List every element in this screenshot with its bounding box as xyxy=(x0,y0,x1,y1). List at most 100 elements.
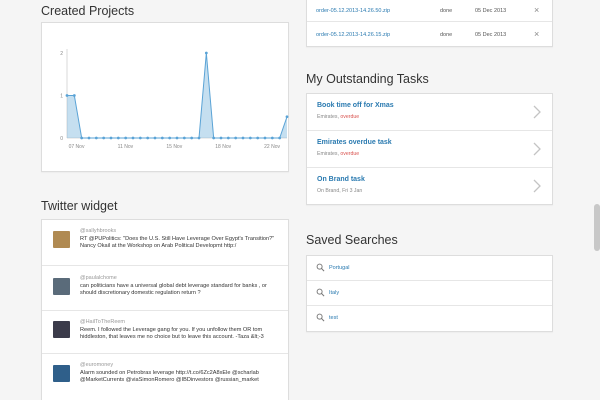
chart-point xyxy=(72,94,76,97)
task-project: Emirates, xyxy=(317,151,341,157)
task-project: Emirates, xyxy=(317,114,341,120)
task-title[interactable]: Emirates overdue task xyxy=(317,139,392,146)
tweet-item[interactable]: @sallyhbrooks RT @PUPolitics: "Does the … xyxy=(42,220,288,266)
tweet-handle[interactable]: @paulalchome xyxy=(80,275,117,281)
chart-point xyxy=(270,136,274,140)
chart-series-line xyxy=(67,52,288,139)
outstanding-tasks-title: My Outstanding Tasks xyxy=(306,72,429,86)
avatar[interactable] xyxy=(53,278,70,295)
chart-point xyxy=(146,136,150,140)
chart-point xyxy=(102,136,106,140)
saved-searches-title: Saved Searches xyxy=(306,233,398,247)
search-icon xyxy=(316,313,325,322)
chart-point xyxy=(241,136,245,140)
download-status: done xyxy=(440,8,453,14)
chart-point xyxy=(94,136,98,140)
tweet-text: can politicians have a universal global … xyxy=(80,283,267,297)
chart-y-tick-label: 0 xyxy=(60,136,63,142)
task-project: On Brand, Fri 3 Jan xyxy=(317,188,363,194)
download-link[interactable]: order-05.12.2013-14.26.50.zip xyxy=(316,8,390,14)
chart-point xyxy=(285,115,289,119)
chart-point xyxy=(256,136,260,140)
chart-x-tick-label: 15 Nov xyxy=(166,144,182,150)
chart-point xyxy=(226,136,230,140)
tweet-item[interactable]: @euromoney Alarm sounded on Petrobras le… xyxy=(42,354,288,400)
tweet-handle[interactable]: @euromoney xyxy=(80,362,113,368)
tweet-text: RT @PUPolitics: "Does the U.S. Still Hav… xyxy=(80,236,275,250)
chart-point xyxy=(131,136,135,140)
task-subtitle: Emirates, overdue xyxy=(317,151,359,157)
tweet-item[interactable]: @paulalchome can politicians have a univ… xyxy=(42,266,288,311)
download-date: 05 Dec 2013 xyxy=(475,8,507,14)
chart-point xyxy=(87,136,91,140)
download-row: order-05.12.2013-14.26.15.zip done 05 De… xyxy=(307,22,552,46)
chart-point xyxy=(204,51,208,55)
created-projects-chart: 2 1 0 07 Nov 11 Nov 15 Nov 18 Nov 22 Nov xyxy=(60,49,289,150)
saved-searches-card: Portugal Italy test xyxy=(306,255,553,332)
chart-point xyxy=(80,136,84,140)
downloads-card: order-05.12.2013-14.26.50.zip done 05 De… xyxy=(306,0,553,47)
avatar[interactable] xyxy=(53,231,70,248)
saved-search-item[interactable]: test xyxy=(307,306,552,331)
chart-point xyxy=(65,94,69,97)
chart-point xyxy=(248,136,252,140)
task-title[interactable]: Book time off for Xmas xyxy=(317,102,394,109)
task-title[interactable]: On Brand task xyxy=(317,176,365,183)
chart-point xyxy=(153,136,157,140)
chart-point xyxy=(116,136,120,140)
search-icon xyxy=(316,263,325,272)
tweet-text: Reem. I followed the Leverage gang for y… xyxy=(80,327,264,341)
chevron-right-icon[interactable] xyxy=(531,140,543,158)
task-subtitle: On Brand, Fri 3 Jan xyxy=(317,188,362,194)
saved-search-label[interactable]: test xyxy=(329,315,338,321)
remove-icon[interactable]: × xyxy=(534,29,539,39)
chart-point xyxy=(138,136,142,140)
overdue-label: overdue xyxy=(340,114,360,120)
chart-x-tick-label: 22 Nov xyxy=(264,144,280,150)
chevron-right-icon[interactable] xyxy=(531,103,543,121)
download-link[interactable]: order-05.12.2013-14.26.15.zip xyxy=(316,32,390,38)
chart-point xyxy=(190,136,194,140)
remove-icon[interactable]: × xyxy=(534,5,539,15)
chart-area xyxy=(67,53,287,138)
saved-search-label[interactable]: Portugal xyxy=(329,265,350,271)
avatar[interactable] xyxy=(53,365,70,382)
chart-point xyxy=(182,136,186,140)
search-icon xyxy=(316,288,325,297)
chart-y-tick-label: 2 xyxy=(60,51,63,57)
chart-point xyxy=(109,136,113,140)
chart-point xyxy=(234,136,238,140)
download-row: order-05.12.2013-14.26.50.zip done 05 De… xyxy=(307,0,552,22)
task-item[interactable]: On Brand task On Brand, Fri 3 Jan xyxy=(307,168,552,205)
chart-point xyxy=(197,136,201,140)
saved-search-item[interactable]: Italy xyxy=(307,281,552,306)
saved-search-label[interactable]: Italy xyxy=(329,290,339,296)
chart-x-tick-label: 18 Nov xyxy=(215,144,231,150)
download-status: done xyxy=(440,32,453,38)
chart-point xyxy=(278,136,282,140)
chart-point xyxy=(219,136,223,140)
tweet-text: Alarm sounded on Petrobras leverage http… xyxy=(80,370,259,384)
chart-point xyxy=(175,136,179,140)
outstanding-tasks-card: Book time off for Xmas Emirates, overdue… xyxy=(306,93,553,205)
avatar[interactable] xyxy=(53,321,70,338)
page-scrollbar[interactable] xyxy=(594,204,600,251)
tweet-handle[interactable]: @sallyhbrooks xyxy=(80,228,116,234)
overdue-label: overdue xyxy=(340,151,360,157)
chart-point xyxy=(263,136,267,140)
twitter-widget-card: @sallyhbrooks RT @PUPolitics: "Does the … xyxy=(41,219,289,400)
tweet-item[interactable]: @HailToTheReem Reem. I followed the Leve… xyxy=(42,311,288,354)
saved-search-item[interactable]: Portugal xyxy=(307,256,552,281)
created-projects-title: Created Projects xyxy=(41,4,135,18)
task-subtitle: Emirates, overdue xyxy=(317,114,359,120)
chart-point xyxy=(124,136,128,140)
download-date: 05 Dec 2013 xyxy=(475,32,507,38)
task-item[interactable]: Book time off for Xmas Emirates, overdue xyxy=(307,94,552,131)
created-projects-chart-card: 2 1 0 07 Nov 11 Nov 15 Nov 18 Nov 22 Nov xyxy=(41,22,289,172)
chart-point xyxy=(168,136,172,140)
chart-y-tick-label: 1 xyxy=(60,93,63,99)
chart-x-tick-label: 07 Nov xyxy=(69,144,85,150)
task-item[interactable]: Emirates overdue task Emirates, overdue xyxy=(307,131,552,168)
tweet-handle[interactable]: @HailToTheReem xyxy=(80,319,125,325)
chevron-right-icon[interactable] xyxy=(531,177,543,195)
